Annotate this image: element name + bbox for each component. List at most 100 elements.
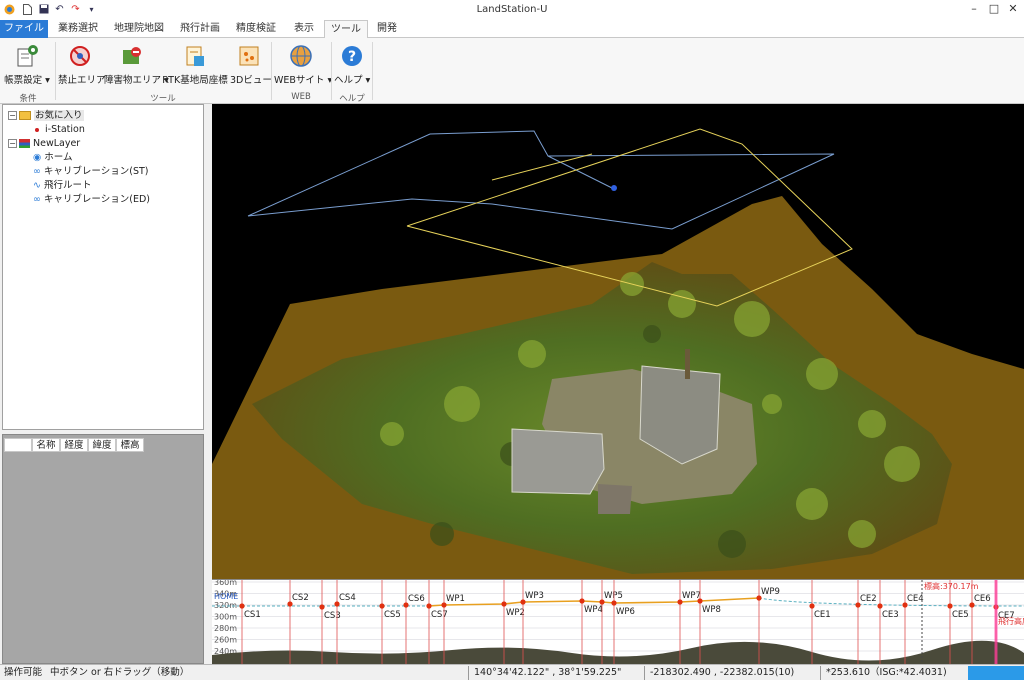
calibration-icon: ∞ xyxy=(33,194,41,205)
table-header-longitude[interactable]: 経度 xyxy=(60,438,88,452)
title-bar: ↶ ↷ ▾ LandStation-U – □ ✕ xyxy=(0,0,1024,20)
rtk-base-icon xyxy=(183,44,207,68)
home-eye-icon: ◉ xyxy=(33,152,42,163)
waypoint-label: CS1 xyxy=(244,610,261,620)
tab-business[interactable]: 業務選択 xyxy=(52,20,104,38)
application-window: ↶ ↷ ▾ LandStation-U – □ ✕ ファイル 業務選択 地理院地… xyxy=(0,0,1024,680)
group-label-help: ヘルプ xyxy=(339,94,365,104)
status-state: 操作可能 xyxy=(4,667,43,678)
no-fly-area-button[interactable]: 禁止エリア xyxy=(58,42,106,90)
waypoint-label: WP2 xyxy=(506,608,525,618)
waypoint-marker[interactable] xyxy=(877,603,883,609)
waypoint-label: CE3 xyxy=(882,610,899,620)
status-hint: 中ボタン or 右ドラッグ（移動） xyxy=(50,667,190,678)
waypoint-label: WP5 xyxy=(604,591,623,601)
svg-text:?: ? xyxy=(348,49,356,65)
calibration-icon: ∞ xyxy=(33,166,41,177)
tree-node-flight-route[interactable]: ∿ 飛行ルート xyxy=(33,179,91,193)
tab-file[interactable]: ファイル xyxy=(0,20,48,38)
tree-node-istation[interactable]: i-Station xyxy=(35,123,85,137)
table-header-name[interactable]: 名称 xyxy=(32,438,60,452)
waypoint-marker[interactable] xyxy=(611,600,617,606)
tree-node-home[interactable]: ◉ ホーム xyxy=(33,151,73,165)
elevation-profile[interactable]: 360m 340m 320m 300m 280m 260m 240m CS1 CS2 CS3 CS… xyxy=(212,579,1024,664)
waypoint-label: WP1 xyxy=(446,594,465,604)
terrain-profile xyxy=(212,640,1024,664)
group-label-web: WEB xyxy=(291,92,311,102)
3d-viewport[interactable] xyxy=(212,104,1024,579)
waypoint-marker[interactable] xyxy=(501,601,507,607)
waypoint-marker[interactable] xyxy=(947,603,953,609)
maximize-button[interactable]: □ xyxy=(984,2,1004,18)
waypoint-label: CE4 xyxy=(907,594,924,604)
table-header-elevation[interactable]: 標高 xyxy=(116,438,144,452)
layer-icon xyxy=(19,139,30,148)
collapse-favorites-toggle[interactable]: − xyxy=(8,111,17,120)
tree-node-calib-start[interactable]: ∞ キャリブレーション(ST) xyxy=(33,165,148,179)
point-icon xyxy=(35,127,39,132)
waypoint-marker[interactable] xyxy=(426,603,432,609)
waypoint-marker[interactable] xyxy=(697,598,703,604)
y-tick-label: 300m xyxy=(214,613,237,622)
tab-development[interactable]: 開発 xyxy=(370,20,404,38)
waypoint-label: WP8 xyxy=(702,605,721,615)
waypoint-label: CS7 xyxy=(431,610,448,620)
table-header-blank xyxy=(4,438,32,452)
waypoint-label: WP9 xyxy=(761,587,780,597)
collapse-layer-toggle[interactable]: − xyxy=(8,139,17,148)
layer-tree: − お気に入り i-Station − NewLayer ◉ ホーム ∞ キャリブレ… xyxy=(2,104,204,430)
waypoint-marker[interactable] xyxy=(319,604,325,610)
close-button[interactable]: ✕ xyxy=(1003,2,1023,18)
flight-altitude-overlay: 飛行高度 xyxy=(998,616,1024,626)
ribbon-panel: 帳票設定 ▾ 禁止エリア 障害物エリア ▾ RTK基地局座標 3Dビュー WEB… xyxy=(0,38,1024,104)
tab-view[interactable]: 表示 xyxy=(286,20,322,38)
view3d-icon xyxy=(237,44,261,68)
waypoint-marker[interactable] xyxy=(809,603,815,609)
report-settings-button[interactable]: 帳票設定 ▾ xyxy=(4,42,50,90)
view3d-button[interactable]: 3Dビュー xyxy=(230,42,272,90)
tab-gsi-map[interactable]: 地理院地図 xyxy=(108,20,170,38)
route-icon: ∿ xyxy=(33,180,41,191)
waypoint-marker[interactable] xyxy=(379,603,385,609)
altitude-readout: 標高:370.17m xyxy=(924,581,979,591)
waypoint-label: CS2 xyxy=(292,593,309,603)
point-cloud-scene xyxy=(212,128,1024,579)
tab-flight-plan[interactable]: 飛行計画 xyxy=(174,20,226,38)
tab-tools[interactable]: ツール xyxy=(324,20,368,39)
group-label-tools: ツール xyxy=(150,94,176,104)
minimize-button[interactable]: – xyxy=(964,2,984,18)
tree-node-calib-end[interactable]: ∞ キャリブレーション(ED) xyxy=(33,193,150,207)
obstacle-area-button[interactable]: 障害物エリア ▾ xyxy=(104,42,169,90)
waypoint-label: CS4 xyxy=(339,593,356,603)
report-settings-icon xyxy=(15,44,39,68)
help-button[interactable]: ? ヘルプ ▾ xyxy=(334,42,370,90)
table-header-latitude[interactable]: 緯度 xyxy=(88,438,116,452)
y-tick-label: 360m xyxy=(214,580,237,587)
waypoint-label: CS6 xyxy=(408,594,425,604)
tree-node-newlayer[interactable]: NewLayer xyxy=(19,137,80,151)
waypoint-label: CE5 xyxy=(952,610,969,620)
folder-icon xyxy=(19,111,31,120)
y-tick-label: 280m xyxy=(214,624,237,633)
status-bar: 操作可能 中ボタン or 右ドラッグ（移動） 140°34'42.122" , … xyxy=(0,664,1024,680)
no-fly-area-icon xyxy=(68,44,92,68)
profile-markers: CS1 CS2 CS3 CS4 CS5 CS6 CS7 WP1 WP2WP3 WP4WP5 WP6 W… xyxy=(212,580,1024,664)
y-tick-label: 260m xyxy=(214,636,237,645)
building-shed xyxy=(598,484,632,514)
tree-node-favorites[interactable]: お気に入り xyxy=(19,109,84,123)
point-table: 名称 経度 緯度 標高 xyxy=(2,434,204,664)
globe-icon xyxy=(289,44,313,68)
waypoint-label: CS5 xyxy=(384,610,401,620)
waypoint-marker[interactable] xyxy=(579,598,585,604)
rtk-base-button[interactable]: RTK基地局座標 xyxy=(162,42,228,90)
waypoint-marker[interactable] xyxy=(239,603,245,609)
tab-accuracy[interactable]: 精度検証 xyxy=(230,20,282,38)
status-xy: -218302.490 , -22382.015(10) xyxy=(650,667,795,678)
web-site-button[interactable]: WEBサイト ▾ xyxy=(274,42,332,90)
status-progress-block xyxy=(968,666,1024,680)
building-barn xyxy=(511,428,605,495)
waypoint-label: CE1 xyxy=(814,610,831,620)
group-label-condition: 条件 xyxy=(19,94,37,104)
status-latlon: 140°34'42.122" , 38°1'59.225" xyxy=(474,667,622,678)
waypoint-label: WP6 xyxy=(616,607,635,617)
